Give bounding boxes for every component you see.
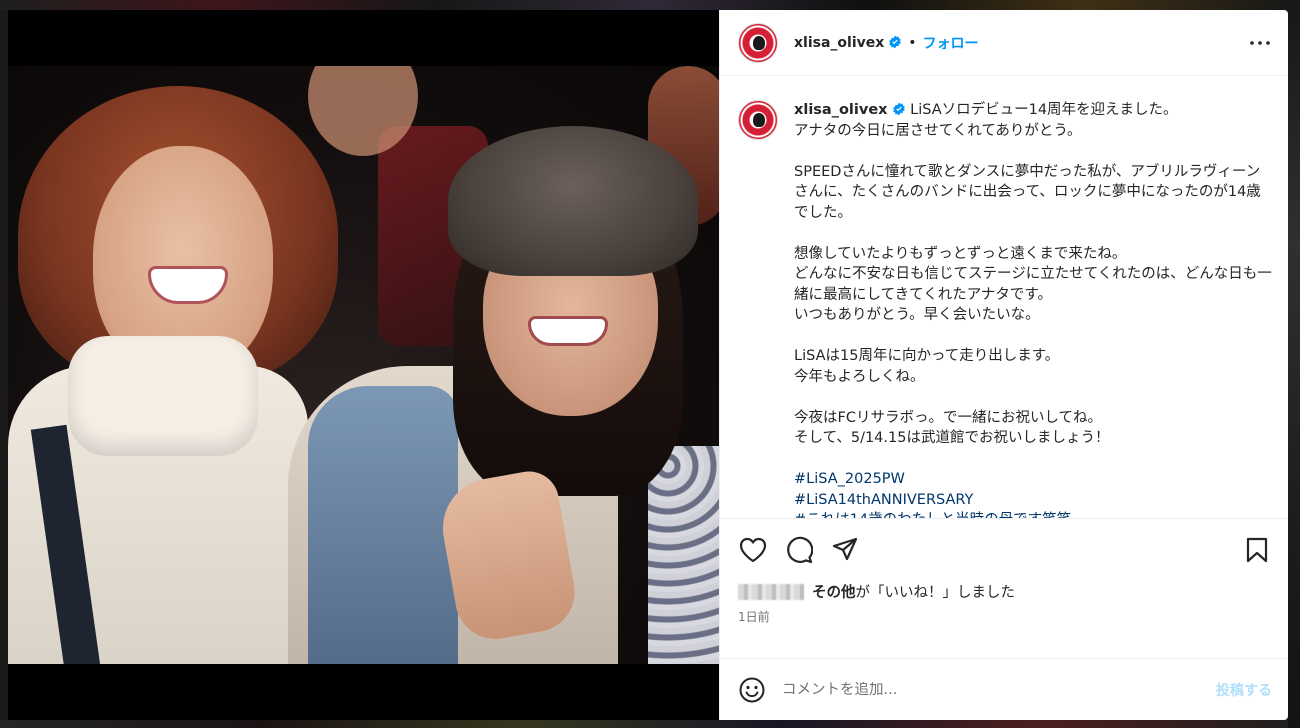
hashtag-link[interactable]: #LiSA14thANNIVERSARY xyxy=(794,490,1272,511)
verified-badge-icon xyxy=(892,102,905,116)
post-modal: xlisa_olivex • フォロー xlisa_olivex LiSAソロデ… xyxy=(8,10,1288,720)
likes-others-link[interactable]: その他 xyxy=(812,581,856,602)
follow-button[interactable]: フォロー xyxy=(923,33,979,53)
avatar[interactable] xyxy=(738,100,778,140)
heart-icon[interactable] xyxy=(738,535,768,565)
hashtag-list: #LiSA_2025PW #LiSA14thANNIVERSARY #これは14… xyxy=(794,469,1272,518)
caption-paragraph: 今夜はFCリサラボっ。で一緒にお祝いしてね。 そして、5/14.15は武道館でお… xyxy=(794,409,1110,447)
photo-floral-shape xyxy=(648,446,719,664)
more-options-icon[interactable] xyxy=(1248,31,1272,55)
caption-paragraph: LiSAは15周年に向かって走り出します。 今年もよろしくね。 xyxy=(794,348,1060,385)
hashtag-link[interactable]: #これは14歳のわたしと当時の母です笑笑 xyxy=(794,510,1272,518)
caption-paragraph: 想像していたよりもずっとずっと遠くまで来たね。 どんなに不安な日も信じてステージ… xyxy=(794,245,1272,324)
background-strip-bottom xyxy=(0,720,1300,728)
post-time[interactable]: 1日前 xyxy=(738,608,1272,625)
post-media[interactable] xyxy=(8,10,719,720)
action-icons xyxy=(738,533,1272,567)
caption-username[interactable]: xlisa_olivex xyxy=(794,102,888,118)
background-strip-top xyxy=(0,0,1300,10)
photo-figure-part xyxy=(448,126,698,276)
post-actions: その他 が「いいね！」しました 1日前 xyxy=(720,518,1288,658)
caption-text: アナタの今日に居させてくれてありがとう。 xyxy=(794,122,1082,139)
verified-badge-icon xyxy=(889,35,902,48)
photo-figure-part xyxy=(308,386,458,664)
comment-icon[interactable] xyxy=(784,535,814,565)
separator-dot: • xyxy=(908,34,917,51)
blurred-username xyxy=(738,583,804,600)
paper-plane-icon[interactable] xyxy=(830,535,860,565)
background-strip-right xyxy=(1288,0,1300,728)
avatar[interactable] xyxy=(738,22,778,63)
post-photo[interactable] xyxy=(8,66,719,664)
caption: xlisa_olivex LiSAソロデビュー14周年を迎えました。アナタの今日… xyxy=(794,100,1272,518)
header-username-text[interactable]: xlisa_olivex xyxy=(794,35,884,51)
header-username[interactable]: xlisa_olivex xyxy=(794,35,902,51)
photo-figure-part xyxy=(528,316,608,346)
emoji-icon[interactable] xyxy=(738,676,766,704)
post-comment-button[interactable]: 投稿する xyxy=(1216,680,1272,700)
post-header: xlisa_olivex • フォロー xyxy=(720,10,1288,76)
caption-text-first: LiSAソロデビュー14周年を迎えました。 xyxy=(905,102,1178,118)
caption-paragraph: SPEEDさんに憧れて歌とダンスに夢中だった私が、アブリルラヴィーンさんに、たく… xyxy=(794,163,1261,221)
caption-area: xlisa_olivex LiSAソロデビュー14周年を迎えました。アナタの今日… xyxy=(720,76,1288,518)
hashtag-link[interactable]: #LiSA_2025PW xyxy=(794,469,1272,490)
likes-suffix: が「いいね！」しました xyxy=(855,585,1016,601)
likes-summary: その他 が「いいね！」しました xyxy=(738,581,1272,602)
photo-figure-part xyxy=(68,336,258,456)
comment-input[interactable] xyxy=(782,681,1216,698)
comment-bar: 投稿する xyxy=(720,658,1288,720)
post-side-panel: xlisa_olivex • フォロー xlisa_olivex LiSAソロデ… xyxy=(719,10,1288,720)
caption-first-paragraph: xlisa_olivex LiSAソロデビュー14周年を迎えました。アナタの今日… xyxy=(794,100,1272,141)
bookmark-icon[interactable] xyxy=(1242,535,1272,565)
